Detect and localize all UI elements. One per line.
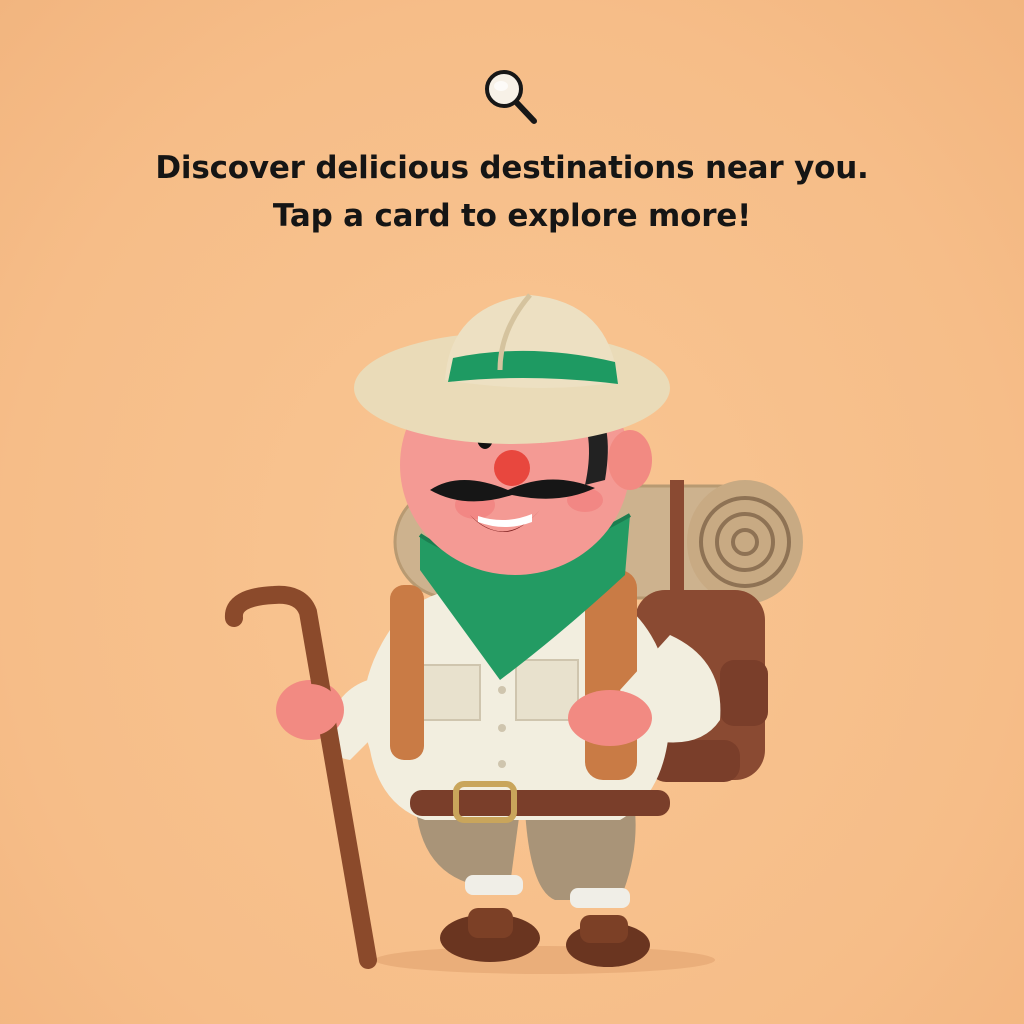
search-icon[interactable] [480,66,540,128]
intro-message: Discover delicious destinations near you… [0,144,1024,240]
intro-line-1: Discover delicious destinations near you… [155,150,869,186]
walking-cane [225,585,377,969]
safari-hat [354,293,670,444]
intro-line-2: Tap a card to explore more! [272,198,752,234]
explorer-mascot [225,293,803,974]
ground-shadow [375,946,715,974]
onboarding-screen: Discover delicious destinations near you… [0,0,1024,1024]
